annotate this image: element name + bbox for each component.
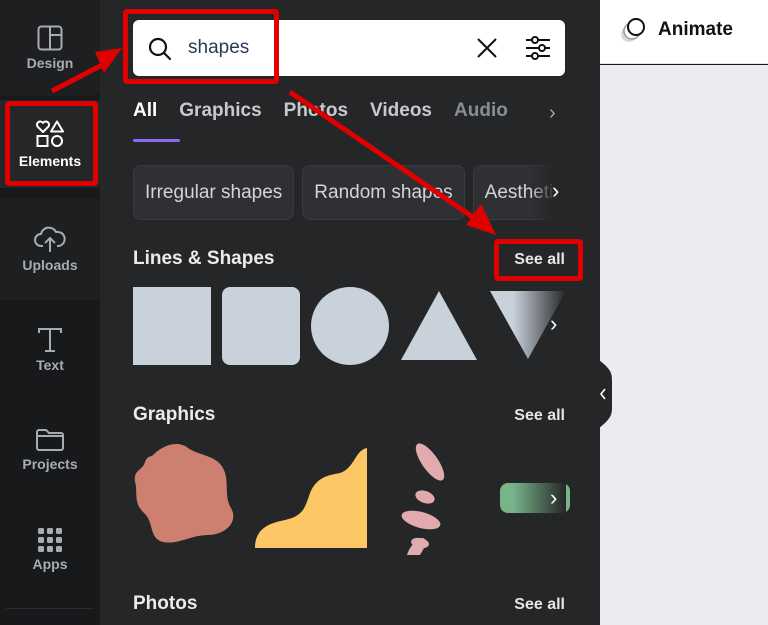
chip-irregular-shapes[interactable]: Irregular shapes (133, 165, 295, 220)
text-icon (38, 328, 62, 352)
editor-topbar: Animate (600, 0, 768, 64)
rail-item-projects[interactable]: Projects (0, 400, 100, 500)
rail-divider (6, 608, 94, 609)
section-title-lines-shapes: Lines & Shapes (133, 248, 275, 269)
graphics-row (133, 440, 570, 560)
animate-label: Animate (658, 19, 733, 40)
rounded-square-shape[interactable] (222, 287, 300, 365)
see-all-photos-link[interactable]: See all (514, 596, 565, 614)
section-title-photos: Photos (133, 593, 198, 614)
lines-shapes-row (133, 287, 566, 365)
tab-photos[interactable]: Photos (284, 100, 348, 130)
pink-burst-graphic[interactable] (398, 440, 468, 555)
animate-button[interactable]: Animate (618, 16, 733, 44)
tabs-next-chevron-icon[interactable]: › (549, 102, 556, 125)
circle-shape[interactable] (311, 287, 389, 365)
rail-item-label: Design (26, 55, 74, 71)
highlight-see-all (494, 239, 583, 281)
tab-all[interactable]: All (133, 100, 157, 130)
triangle-shape[interactable] (400, 287, 478, 365)
folder-icon (36, 429, 64, 451)
tab-graphics[interactable]: Graphics (179, 100, 261, 130)
cloud-upload-icon (34, 226, 66, 252)
rail-item-apps[interactable]: Apps (0, 500, 100, 600)
layout-icon (37, 25, 63, 51)
rail-item-uploads[interactable]: Uploads (0, 198, 100, 300)
see-all-graphics-link[interactable]: See all (514, 407, 565, 425)
rail-item-label: Apps (32, 556, 68, 572)
square-shape[interactable] (133, 287, 211, 365)
chips-next-chevron-icon[interactable]: › (552, 178, 559, 204)
rail-item-label: Text (36, 357, 64, 373)
chip-random-shapes[interactable]: Random shapes (302, 165, 465, 220)
rail-item-design[interactable]: Design (0, 0, 100, 96)
highlight-search (123, 9, 279, 84)
tab-audio[interactable]: Audio (454, 100, 508, 130)
yellow-wave-graphic[interactable] (255, 448, 367, 548)
active-tab-indicator (133, 139, 180, 142)
collapse-panel-button[interactable] (594, 348, 618, 440)
terracotta-blob-graphic[interactable] (133, 440, 243, 550)
tab-videos[interactable]: Videos (370, 100, 432, 130)
highlight-elements (5, 101, 98, 186)
apps-grid-icon (38, 528, 62, 552)
graphics-next-chevron-icon[interactable]: › (550, 485, 557, 511)
left-rail: Design Elements Uploads Text Projects Ap… (0, 0, 100, 625)
elements-panel: All Graphics Photos Videos Audio › Irreg… (100, 0, 600, 625)
green-pill-graphic[interactable] (500, 483, 570, 513)
section-title-graphics: Graphics (133, 404, 216, 425)
rail-item-label: Projects (22, 456, 78, 472)
clear-search-icon[interactable] (476, 37, 498, 59)
category-tabs: All Graphics Photos Videos Audio (133, 100, 530, 130)
shapes-next-chevron-icon[interactable]: › (550, 311, 557, 337)
rail-item-label: Uploads (22, 257, 78, 273)
suggestion-chips: Irregular shapes Random shapes Aesthetic (133, 165, 565, 220)
animate-icon (621, 18, 645, 42)
filter-icon[interactable] (525, 36, 551, 60)
chips-fade (530, 165, 566, 220)
rail-item-text[interactable]: Text (0, 300, 100, 400)
editor-canvas[interactable] (600, 65, 768, 625)
